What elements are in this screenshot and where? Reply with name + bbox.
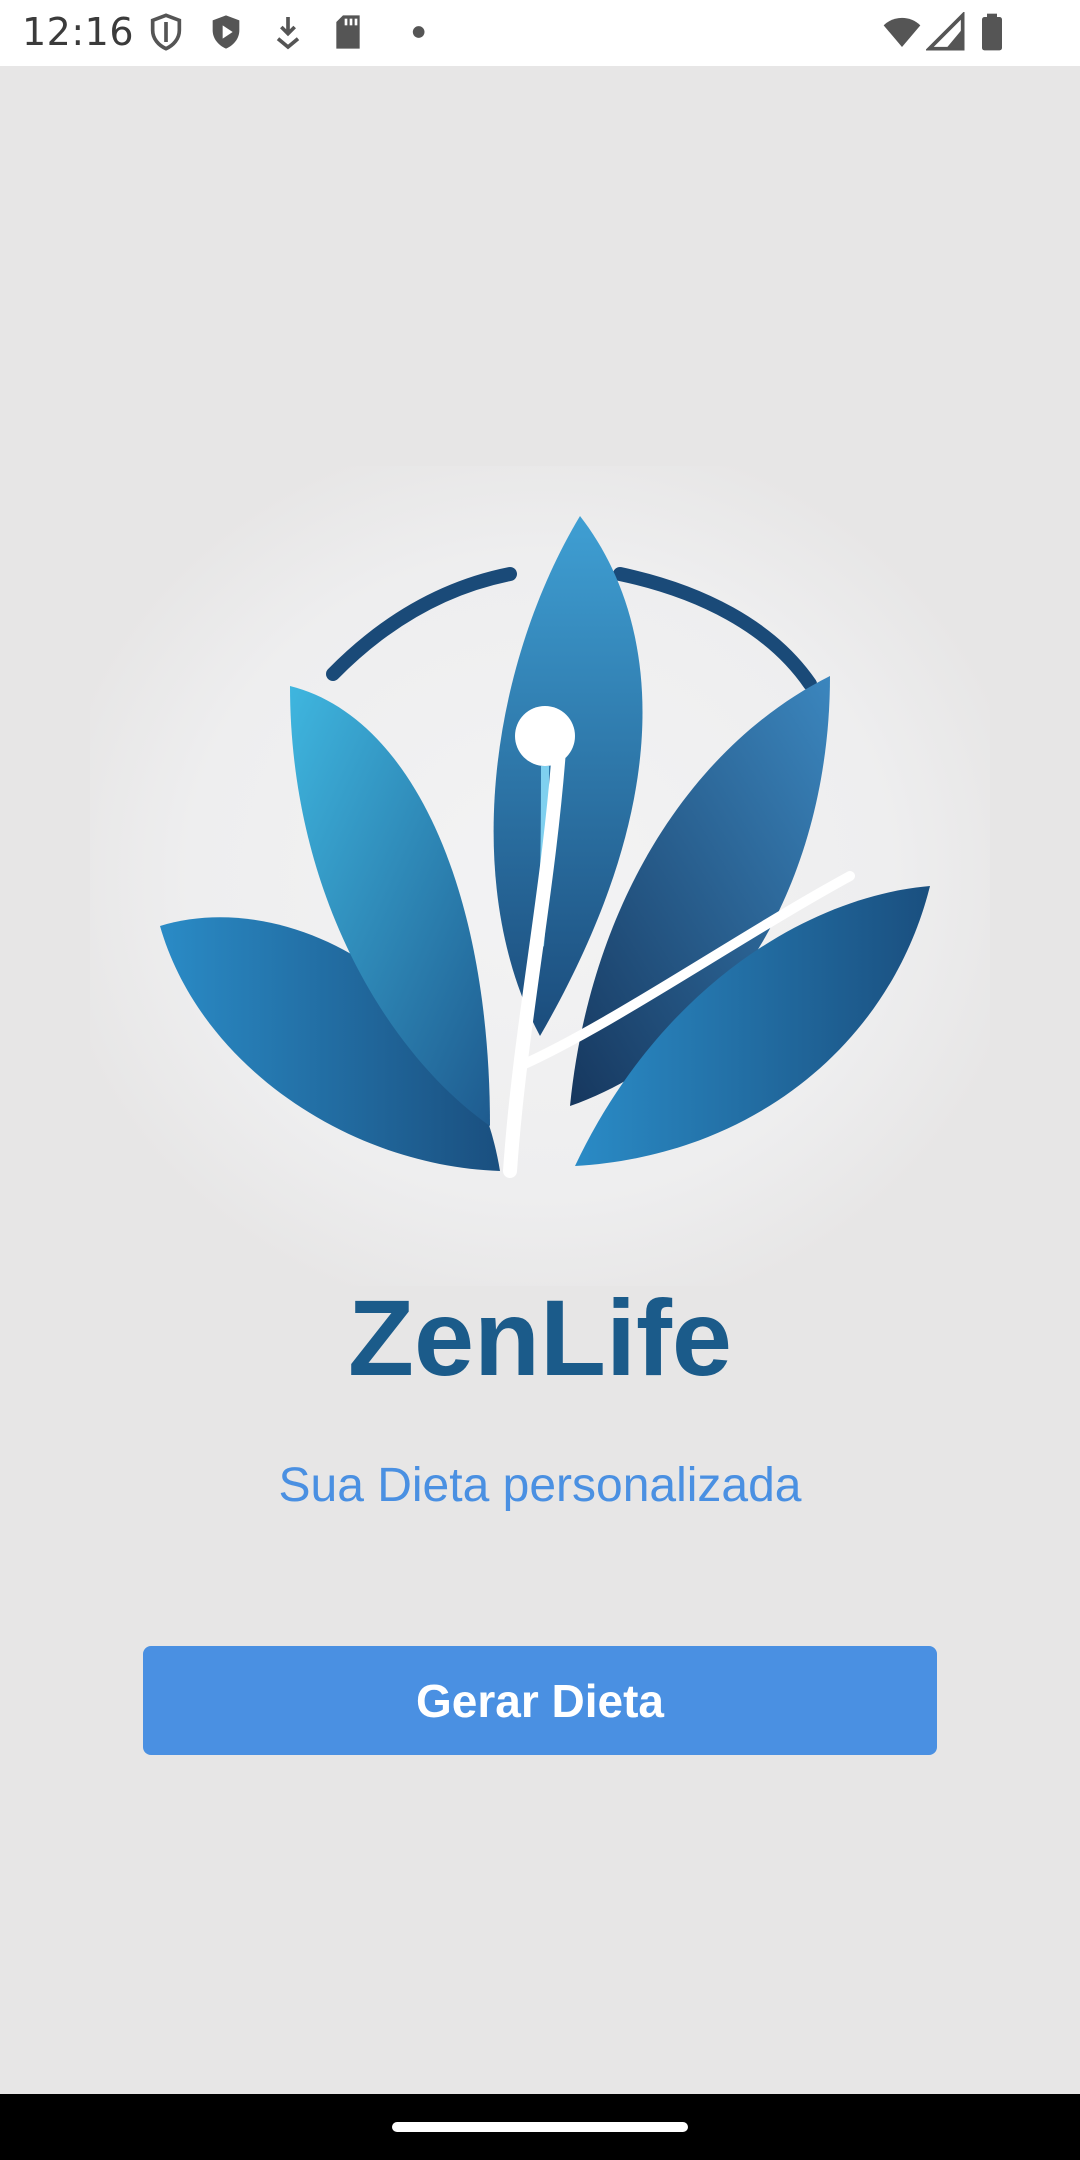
app-subtitle: Sua Dieta personalizada [278,1459,802,1512]
generate-diet-button[interactable]: Gerar Dieta [143,1646,937,1755]
battery-icon [972,12,1012,52]
download-icon [268,12,308,52]
sd-card-icon [328,12,368,52]
wifi-icon [880,12,924,52]
signal-icon [926,12,966,52]
main-content: ZenLife Sua Dieta personalizada Gerar Di… [0,66,1080,2094]
shield-outline-icon [146,12,186,52]
play-shield-icon [206,12,246,52]
app-title: ZenLife [347,1277,732,1398]
zenlife-logo [90,466,990,1286]
status-bar: 12:16 [0,0,1080,66]
status-time: 12:16 [22,10,135,54]
navigation-bar [0,2094,1080,2160]
dot-icon [392,12,432,52]
home-indicator[interactable] [392,2122,688,2132]
